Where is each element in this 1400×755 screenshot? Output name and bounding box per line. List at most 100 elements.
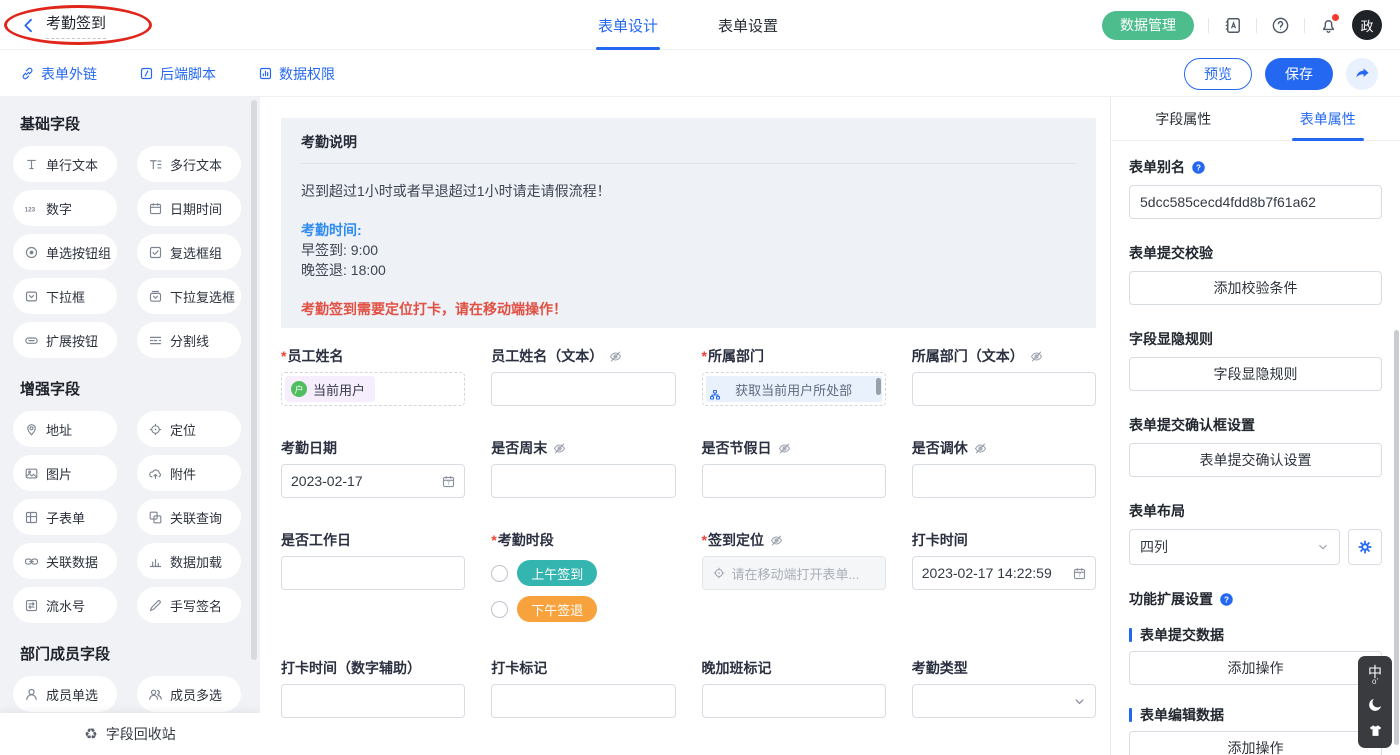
field-item-geolocation[interactable]: 定位	[137, 411, 241, 447]
field-sidebar: 基础字段 单行文本 多行文本 数字 日期时间 单选按钮组 复选框组 下拉框 下拉…	[0, 97, 260, 755]
radio-option-afternoon-signout[interactable]: 下午签退	[491, 592, 675, 626]
location-target-icon	[712, 566, 726, 580]
punch-mark-input[interactable]	[491, 684, 675, 718]
language-toggle[interactable]: 中 o'	[1368, 666, 1382, 686]
checkbox-icon	[148, 245, 163, 260]
attendance-notice-panel[interactable]: 考勤说明 迟到超过1小时或者早退超过1小时请走请假流程！ 考勤时间: 早签到: …	[281, 118, 1096, 328]
shirt-icon[interactable]	[1368, 723, 1383, 738]
field-item-member-single[interactable]: 成员单选	[13, 676, 117, 712]
field-item-address[interactable]: 地址	[13, 411, 117, 447]
field-item-attachment[interactable]: 附件	[137, 455, 241, 491]
attendance-type-select[interactable]	[912, 684, 1096, 718]
overtime-mark-input[interactable]	[702, 684, 886, 718]
field-item-divider-line[interactable]: 分割线	[137, 322, 241, 358]
field-label: 所属部门	[702, 346, 764, 366]
submit-confirm-button[interactable]: 表单提交确认设置	[1129, 443, 1382, 477]
group-submit-validation: 表单提交校验 添加校验条件	[1129, 243, 1382, 305]
notification-bell[interactable]	[1319, 16, 1338, 35]
recycle-icon: ♻	[84, 725, 97, 743]
field-signin-location: 签到定位 请在移动端打开表单...	[702, 530, 886, 590]
employee-name-field[interactable]: 户 当前用户	[281, 372, 465, 406]
add-validation-button[interactable]: 添加校验条件	[1129, 271, 1382, 305]
tab-label: 表单设置	[718, 15, 778, 36]
field-item-data-load[interactable]: 数据加载	[137, 543, 241, 579]
is-weekend-input[interactable]	[491, 464, 675, 498]
field-item-multi-text[interactable]: 多行文本	[137, 146, 241, 182]
attendance-date-input[interactable]: 2023-02-17	[281, 464, 465, 498]
data-manage-button[interactable]: 数据管理	[1102, 11, 1194, 40]
signin-location-input[interactable]: 请在移动端打开表单...	[702, 556, 886, 590]
panel-body: 表单别名 表单提交校验 添加校验条件 字段显隐规则 字段显隐规则 表单提交确认框…	[1111, 141, 1400, 755]
moon-icon[interactable]	[1367, 696, 1384, 713]
tab-field-properties[interactable]: 字段属性	[1111, 97, 1256, 140]
form-alias-input[interactable]	[1129, 185, 1382, 219]
field-item-select[interactable]: 下拉框	[13, 278, 117, 314]
calendar-icon	[1072, 566, 1087, 581]
preview-button[interactable]: 预览	[1184, 58, 1252, 90]
group-title: 表单提交确认框设置	[1129, 415, 1255, 435]
avatar[interactable]: 政	[1352, 10, 1382, 40]
department-field-scrollbar[interactable]	[876, 378, 881, 395]
subsection-submit-data: 表单提交数据	[1129, 625, 1382, 645]
help-filled-icon[interactable]	[1219, 592, 1234, 607]
external-link-button[interactable]: 表单外链	[20, 64, 97, 84]
notice-body: 迟到超过1小时或者早退超过1小时请走请假流程！ 考勤时间: 早签到: 9:00 …	[281, 164, 1096, 319]
field-item-datetime[interactable]: 日期时间	[137, 190, 241, 226]
locate-icon	[148, 422, 163, 437]
layout-select[interactable]: 四列	[1129, 529, 1340, 565]
add-edit-action-button[interactable]: 添加操作	[1129, 731, 1382, 755]
field-item-multi-select[interactable]: 下拉复选框	[137, 278, 241, 314]
help-icon[interactable]	[1271, 16, 1290, 35]
help-filled-icon[interactable]	[1191, 160, 1206, 175]
form-layout-label: 表单布局	[1129, 501, 1185, 521]
visibility-rules-button[interactable]: 字段显隐规则	[1129, 357, 1382, 391]
backend-script-button[interactable]: 后端脚本	[139, 64, 216, 84]
field-attendance-period: 考勤时段 上午签到 下午签退	[491, 530, 675, 626]
divider	[1304, 18, 1305, 33]
current-user-text: 当前用户	[313, 380, 365, 399]
punch-time-input[interactable]: 2023-02-17 14:22:59	[912, 556, 1096, 590]
field-item-signature[interactable]: 手写签名	[137, 587, 241, 623]
section-title-enhanced: 增强字段	[20, 378, 260, 399]
field-item-label: 手写签名	[170, 596, 222, 615]
is-holiday-input[interactable]	[702, 464, 886, 498]
department-field[interactable]: 获取当前用户所处部	[702, 372, 886, 406]
punch-time-number-input[interactable]	[281, 684, 465, 718]
radio-option-morning-signin[interactable]: 上午签到	[491, 556, 675, 590]
field-item-number[interactable]: 数字	[13, 190, 117, 226]
tab-form-properties[interactable]: 表单属性	[1256, 97, 1400, 140]
share-button[interactable]	[1346, 58, 1378, 90]
divider	[1256, 18, 1257, 33]
field-item-label: 单选按钮组	[46, 243, 111, 262]
sidebar-scrollbar[interactable]	[251, 100, 257, 660]
form-designer-app: 考勤签到 表单设计 表单设置 数据管理 政 表单外链	[0, 0, 1400, 755]
field-item-image[interactable]: 图片	[13, 455, 117, 491]
panel-tabs: 字段属性 表单属性	[1111, 97, 1400, 141]
tab-form-settings[interactable]: 表单设置	[718, 0, 778, 50]
field-item-relation-query[interactable]: 关联查询	[137, 499, 241, 535]
add-submit-action-button[interactable]: 添加操作	[1129, 651, 1382, 685]
field-item-serial-number[interactable]: 流水号	[13, 587, 117, 623]
header-right: 数据管理 政	[1102, 0, 1382, 50]
employee-name-text-input[interactable]	[491, 372, 675, 406]
field-item-extend-button[interactable]: 扩展按钮	[13, 322, 117, 358]
field-recycle-bin[interactable]: ♻ 字段回收站	[0, 713, 260, 755]
addressbook-icon[interactable]	[1223, 16, 1242, 35]
field-item-relation-data[interactable]: 关联数据	[13, 543, 117, 579]
is-workday-input[interactable]	[281, 556, 465, 590]
is-rest-input[interactable]	[912, 464, 1096, 498]
back-icon[interactable]	[20, 17, 37, 34]
field-item-single-text[interactable]: 单行文本	[13, 146, 117, 182]
save-button[interactable]: 保存	[1265, 58, 1333, 90]
group-form-layout: 表单布局 四列	[1129, 501, 1382, 565]
department-text-input[interactable]	[912, 372, 1096, 406]
external-link-icon	[20, 66, 35, 81]
tab-form-design[interactable]: 表单设计	[598, 0, 658, 50]
field-item-subform[interactable]: 子表单	[13, 499, 117, 535]
layout-settings-button[interactable]	[1348, 529, 1382, 565]
field-item-member-multi[interactable]: 成员多选	[137, 676, 241, 712]
field-item-checkbox-group[interactable]: 复选框组	[137, 234, 241, 270]
field-item-radio-group[interactable]: 单选按钮组	[13, 234, 117, 270]
page-scrollbar[interactable]	[1394, 330, 1399, 745]
data-permission-button[interactable]: 数据权限	[258, 64, 335, 84]
